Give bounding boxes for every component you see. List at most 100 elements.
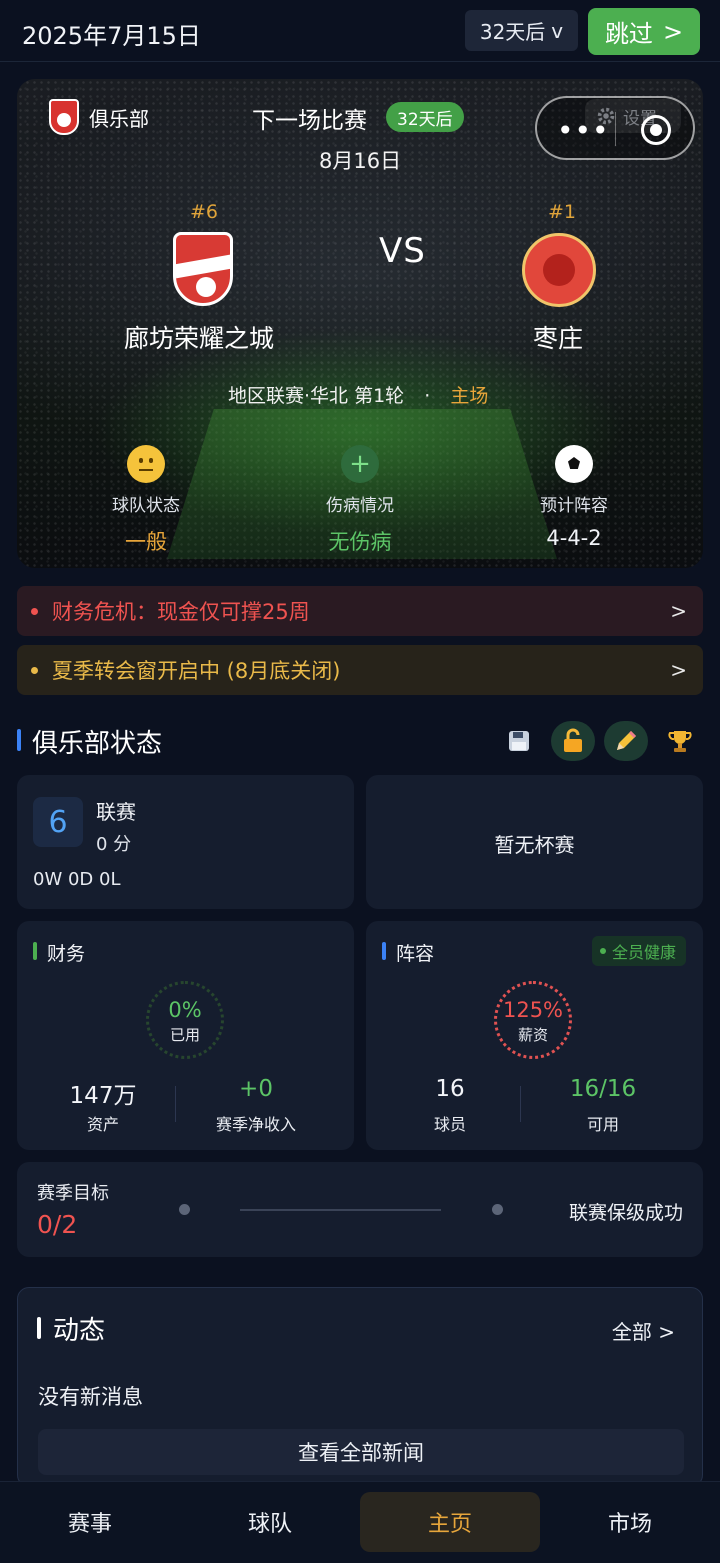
injury-value: 无伤病 — [328, 530, 392, 554]
miniprogram-capsule[interactable]: ••• — [535, 96, 695, 160]
league-points: 0 分 — [96, 834, 132, 855]
tab-team[interactable]: 球队 — [180, 1492, 360, 1552]
pencil-icon — [617, 731, 636, 750]
club-crest-icon — [49, 99, 79, 135]
league-rank: 6 — [33, 797, 83, 847]
formation-label: 预计阵容 — [540, 496, 608, 516]
divider — [520, 1086, 521, 1122]
wage-ratio-label: 薪资 — [517, 1026, 548, 1044]
skip-label: 跳过 — [604, 20, 653, 48]
formation-value: 4-4-2 — [546, 526, 602, 550]
assets-label: 资产 — [86, 1115, 119, 1134]
season-goal-card[interactable]: 赛季目标 0/2 联赛保级成功 — [17, 1162, 703, 1257]
progress-dot — [492, 1204, 503, 1215]
alert-text: 财务危机：现金仅可撑25周 — [52, 600, 310, 624]
wage-ratio-ring: 125% 薪资 — [494, 981, 572, 1059]
club-tag[interactable]: 俱乐部 — [49, 99, 149, 135]
soccer-ball-icon — [555, 445, 593, 483]
more-icon[interactable]: ••• — [557, 114, 610, 147]
current-date: 2025年7月15日 — [22, 22, 201, 50]
neutral-face-icon — [127, 445, 165, 483]
trophy-icon — [668, 731, 692, 752]
competition-name: 地区联赛·华北 第1轮 — [228, 385, 405, 407]
away-crest-icon — [522, 233, 596, 307]
tab-home[interactable]: 主页 — [360, 1492, 540, 1552]
squad-card[interactable]: 阵容 全员健康 125% 薪资 16 球员 16/16 可用 — [366, 921, 703, 1150]
net-income-value: +0 — [239, 1076, 273, 1102]
players-value: 16 — [435, 1076, 465, 1102]
next-match-card[interactable]: 俱乐部 下一场比赛 32天后 8月16日 设置 ••• #6 #1 VS 廊坊荣… — [17, 79, 703, 568]
away-rank: #1 — [548, 201, 577, 223]
save-button[interactable] — [497, 721, 541, 761]
budget-used-ring: 0% 已用 — [146, 981, 224, 1059]
finance-accent-bar — [33, 942, 37, 960]
season-goal-label: 赛季目标 — [37, 1183, 109, 1204]
trophy-button[interactable] — [658, 721, 702, 761]
budget-used-value: 0% — [168, 998, 202, 1022]
alert-dot-icon — [31, 607, 38, 615]
competition-line: 地区联赛·华北 第1轮 · 主场 — [228, 381, 488, 408]
match-date: 8月16日 — [319, 149, 402, 173]
alert-dot-icon — [31, 666, 38, 674]
tab-matches[interactable]: 赛事 — [0, 1492, 180, 1552]
chevron-right-icon: > — [662, 17, 684, 46]
cup-card[interactable]: 暂无杯赛 — [366, 775, 703, 909]
league-card[interactable]: 6 联赛 0 分 0W 0D 0L — [17, 775, 354, 909]
injury-label: 伤病情况 — [326, 496, 394, 516]
home-rank: #6 — [190, 201, 219, 223]
edit-button[interactable] — [604, 721, 648, 761]
chevron-right-icon: > — [670, 599, 687, 623]
home-team-name[interactable]: 廊坊荣耀之城 — [124, 319, 274, 355]
progress-line — [240, 1209, 441, 1211]
close-target-icon[interactable] — [641, 115, 671, 145]
capsule-divider — [615, 112, 616, 146]
venue-label: 主场 — [450, 385, 489, 407]
available-value: 16/16 — [569, 1076, 637, 1102]
news-title: 动态 — [53, 1316, 106, 1346]
home-crest-icon — [173, 232, 233, 306]
players-label: 球员 — [433, 1115, 466, 1134]
assets-value: 147万 — [69, 1083, 137, 1109]
club-label: 俱乐部 — [89, 106, 149, 131]
health-badge: 全员健康 — [592, 936, 687, 966]
chevron-right-icon: > — [670, 658, 687, 682]
squad-title: 阵容 — [396, 943, 435, 965]
available-label: 可用 — [586, 1115, 619, 1134]
team-form-stat[interactable]: 球队状态 一般 — [71, 445, 221, 556]
season-goal-text: 联赛保级成功 — [568, 1202, 683, 1224]
advance-days-dropdown[interactable]: 32天后 v — [465, 10, 578, 51]
skip-button[interactable]: 跳过 > — [588, 8, 700, 55]
finance-card[interactable]: 财务 0% 已用 147万 资产 +0 赛季净收入 — [17, 921, 354, 1150]
away-team-name[interactable]: 枣庄 — [533, 319, 583, 355]
news-all-link[interactable]: 全部 > — [612, 1316, 675, 1345]
team-form-value: 一般 — [125, 530, 167, 554]
section-accent-bar — [17, 729, 21, 751]
squad-accent-bar — [382, 942, 386, 960]
versus-label: VS — [379, 231, 426, 271]
top-bar: 2025年7月15日 32天后 v 跳过 > — [0, 0, 720, 62]
view-all-news-button[interactable]: 查看全部新闻 — [38, 1429, 684, 1475]
plus-icon: + — [341, 445, 379, 483]
net-income-label: 赛季净收入 — [215, 1115, 296, 1134]
lock-button[interactable] — [551, 721, 595, 761]
news-card: 动态 全部 > 没有新消息 查看全部新闻 — [17, 1287, 703, 1487]
floppy-disk-icon — [509, 731, 529, 751]
budget-used-label: 已用 — [169, 1026, 200, 1044]
news-accent-bar — [37, 1317, 41, 1339]
chevron-down-icon: v — [551, 18, 564, 43]
cup-empty-text: 暂无杯赛 — [494, 833, 575, 857]
divider — [175, 1086, 176, 1122]
team-form-label: 球队状态 — [112, 496, 180, 516]
season-goal-value: 0/2 — [37, 1210, 78, 1239]
bottom-nav: 赛事 球队 主页 市场 — [0, 1481, 720, 1563]
tab-market[interactable]: 市场 — [540, 1492, 720, 1552]
news-empty-text: 没有新消息 — [38, 1385, 143, 1409]
club-status-title: 俱乐部状态 — [32, 729, 163, 759]
progress-dot — [179, 1204, 190, 1215]
transfer-window-alert[interactable]: 夏季转会窗开启中 (8月底关闭) > — [17, 645, 703, 695]
injury-stat[interactable]: + 伤病情况 无伤病 — [285, 445, 435, 556]
unlock-icon — [564, 728, 582, 752]
countdown-badge: 32天后 — [386, 102, 464, 132]
finance-crisis-alert[interactable]: 财务危机：现金仅可撑25周 > — [17, 586, 703, 636]
formation-stat[interactable]: 预计阵容 4-4-2 — [499, 445, 649, 550]
